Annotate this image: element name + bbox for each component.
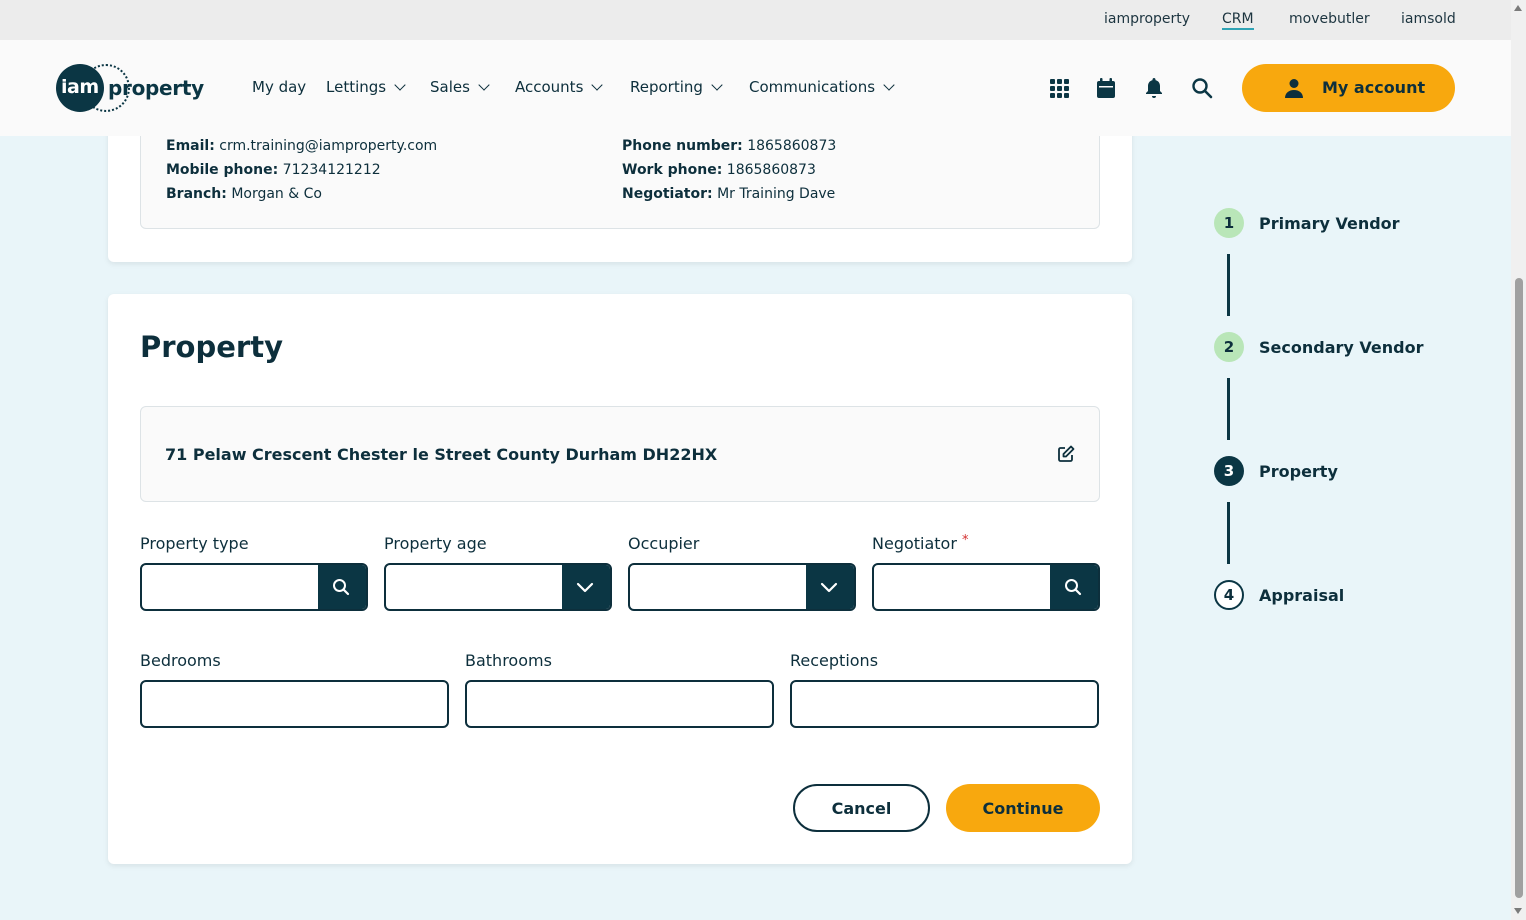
nav-communications[interactable]: Communications	[749, 78, 895, 96]
scroll-down-arrow-icon[interactable]	[1514, 908, 1522, 914]
nav-lettings[interactable]: Lettings	[326, 78, 406, 96]
vendor-branch: Branch: Morgan & Co	[166, 186, 322, 202]
nav-my-day[interactable]: My day	[252, 78, 306, 96]
vendor-negotiator: Negotiator: Mr Training Dave	[622, 186, 836, 202]
property-address-box: 71 Pelaw Crescent Chester le Street Coun…	[140, 406, 1100, 502]
property-address: 71 Pelaw Crescent Chester le Street Coun…	[165, 445, 718, 464]
vendor-work-phone: Work phone: 1865860873	[622, 162, 816, 178]
step-number: 2	[1214, 332, 1244, 362]
chevron-down-icon	[394, 79, 406, 91]
property-type-label: Property type	[140, 534, 249, 553]
step-connector	[1227, 254, 1230, 316]
property-section-title: Property	[140, 330, 283, 364]
chevron-down-icon	[591, 79, 604, 91]
vendor-email: Email: crm.training@iamproperty.com	[166, 138, 438, 154]
receptions-input[interactable]	[790, 680, 1099, 728]
search-icon	[1065, 579, 1082, 596]
step-connector	[1227, 502, 1230, 564]
nav-sales[interactable]: Sales	[430, 78, 490, 96]
step-label: Secondary Vendor	[1259, 338, 1424, 357]
chevron-down-icon	[711, 79, 723, 91]
negotiator-field[interactable]	[872, 563, 1100, 611]
occupier-select[interactable]	[628, 563, 856, 611]
negotiator-label: Negotiator *	[872, 533, 969, 553]
bell-icon[interactable]	[1142, 76, 1166, 100]
topbar-link-movebutler[interactable]: movebutler	[1289, 11, 1370, 27]
step-number: 1	[1214, 208, 1244, 238]
continue-button[interactable]: Continue	[946, 784, 1100, 832]
main-header: iam property My day Lettings Sales Accou…	[0, 40, 1511, 136]
step-label: Property	[1259, 462, 1338, 481]
scroll-up-arrow-icon[interactable]	[1514, 5, 1522, 11]
search-icon[interactable]	[1190, 76, 1214, 100]
iamproperty-logo[interactable]: iam property	[56, 64, 204, 112]
property-type-search-button[interactable]	[318, 565, 366, 609]
cancel-button[interactable]: Cancel	[793, 784, 930, 832]
apps-grid-icon[interactable]	[1047, 76, 1071, 100]
calendar-icon[interactable]	[1094, 76, 1118, 100]
nav-reporting[interactable]: Reporting	[630, 78, 723, 96]
page-scrollbar[interactable]	[1511, 0, 1526, 920]
property-age-select[interactable]	[384, 563, 612, 611]
top-utility-bar: iamproperty CRM movebutler iamsold	[0, 0, 1511, 40]
chevron-down-icon	[820, 582, 838, 593]
topbar-link-iamproperty[interactable]: iamproperty	[1104, 11, 1190, 27]
property-age-dropdown-toggle[interactable]	[562, 565, 610, 609]
occupier-label: Occupier	[628, 534, 700, 553]
vendor-phone: Phone number: 1865860873	[622, 138, 837, 154]
step-number: 4	[1214, 580, 1244, 610]
step-primary-vendor[interactable]: 1 Primary Vendor	[1214, 208, 1474, 238]
negotiator-search-button[interactable]	[1050, 565, 1098, 609]
my-account-button[interactable]: My account	[1242, 64, 1455, 112]
step-property[interactable]: 3 Property	[1214, 456, 1474, 486]
property-age-label: Property age	[384, 534, 487, 553]
chevron-down-icon	[883, 79, 895, 91]
bedrooms-label: Bedrooms	[140, 651, 221, 670]
receptions-label: Receptions	[790, 651, 879, 670]
bathrooms-label: Bathrooms	[465, 651, 552, 670]
step-label: Appraisal	[1259, 586, 1345, 605]
bathrooms-input[interactable]	[465, 680, 774, 728]
property-type-field[interactable]	[140, 563, 368, 611]
occupier-dropdown-toggle[interactable]	[806, 565, 854, 609]
scrollbar-thumb[interactable]	[1515, 278, 1523, 898]
chevron-down-icon	[478, 79, 490, 91]
property-card: Property 71 Pelaw Crescent Chester le St…	[108, 294, 1132, 864]
step-connector	[1227, 378, 1230, 440]
nav-accounts[interactable]: Accounts	[515, 78, 604, 96]
logo-text-property: property	[108, 76, 204, 100]
search-icon	[333, 579, 350, 596]
step-secondary-vendor[interactable]: 2 Secondary Vendor	[1214, 332, 1474, 362]
topbar-link-iamsold[interactable]: iamsold	[1401, 11, 1456, 27]
required-asterisk: *	[962, 533, 969, 548]
my-account-label: My account	[1322, 78, 1426, 97]
chevron-down-icon	[576, 582, 594, 593]
topbar-link-crm[interactable]: CRM	[1222, 11, 1254, 30]
bedrooms-input[interactable]	[140, 680, 449, 728]
user-icon	[1285, 79, 1303, 98]
logo-text-iam: iam	[61, 76, 99, 98]
step-appraisal[interactable]: 4 Appraisal	[1214, 580, 1474, 610]
step-number: 3	[1214, 456, 1244, 486]
edit-icon[interactable]	[1057, 445, 1075, 463]
vendor-mobile: Mobile phone: 71234121212	[166, 162, 381, 178]
step-label: Primary Vendor	[1259, 214, 1400, 233]
